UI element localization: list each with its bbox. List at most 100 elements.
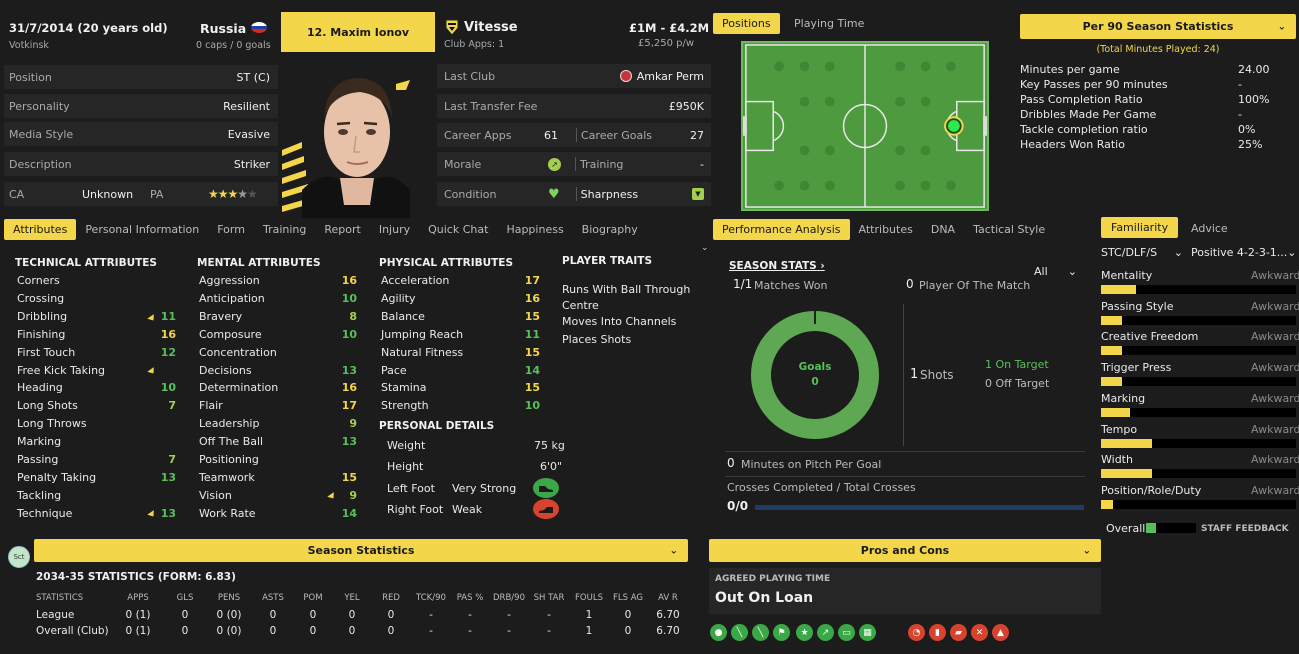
- technical-attr-name: Finishing: [17, 327, 66, 341]
- technical-attr-name: Passing: [17, 453, 59, 466]
- nationality[interactable]: Russia: [200, 21, 246, 36]
- club-name[interactable]: Vitesse: [464, 20, 518, 35]
- technical-attr-name: Corners: [17, 274, 60, 287]
- familiarity-bar: [1101, 438, 1296, 448]
- familiarity-label: Passing Style: [1101, 299, 1174, 313]
- pro-tactics-icon[interactable]: ▦: [859, 624, 876, 641]
- training-label: Training: [580, 157, 624, 171]
- off-target: 0 Off Target: [985, 377, 1050, 390]
- con-whistle-icon[interactable]: ◔: [908, 624, 925, 641]
- mental-attr-value: 13: [341, 435, 357, 449]
- expand-chevron-icon[interactable]: ⌄: [701, 243, 709, 253]
- familiarity-bar: [1101, 469, 1296, 479]
- pros-cons-bar[interactable]: Pros and Cons ⌄: [709, 539, 1101, 562]
- con-tackle-icon[interactable]: ✕: [971, 624, 988, 641]
- mental-attr-name: Composure: [199, 327, 262, 341]
- per90-title: Per 90 Season Statistics: [1082, 20, 1234, 33]
- technical-attr-name: Dribbling: [17, 309, 68, 323]
- pro-head-icon[interactable]: ●: [710, 624, 727, 641]
- morale-label: Morale: [444, 157, 482, 171]
- formation-select[interactable]: Positive 4-2-3-1... ⌄: [1191, 246, 1294, 259]
- tab-tactical-style[interactable]: Tactical Style: [964, 219, 1054, 240]
- media-style-row: Media Style Evasive: [4, 122, 278, 146]
- technical-attr-value: 13: [160, 506, 176, 520]
- role-select[interactable]: STC/DLF/S ⌄: [1101, 246, 1183, 259]
- tab-biography[interactable]: Biography: [573, 219, 647, 240]
- tab-personal-information[interactable]: Personal Information: [76, 219, 208, 240]
- familiarity-bar: [1101, 499, 1296, 509]
- per90-value: 24.00: [1238, 63, 1270, 76]
- overall-bar: [1146, 523, 1196, 533]
- pro-trend-icon[interactable]: ↗: [817, 624, 834, 641]
- technical-attr-value: 10: [160, 381, 176, 395]
- tab-happiness[interactable]: Happiness: [497, 219, 572, 240]
- pro-shot-icon[interactable]: ╲: [752, 624, 769, 641]
- staff-feedback-link[interactable]: STAFF FEEDBACK: [1201, 524, 1289, 534]
- condition-label: Condition: [444, 187, 497, 201]
- tab-perf-attributes[interactable]: Attributes: [850, 219, 922, 240]
- stats-cell: League: [36, 609, 75, 621]
- morale-row: Morale ↗ Training -: [437, 152, 711, 176]
- pro-flag-icon[interactable]: ⚑: [773, 624, 790, 641]
- tab-performance-analysis[interactable]: Performance Analysis: [713, 218, 850, 240]
- pros-cons-title: Pros and Cons: [860, 544, 950, 557]
- tab-dna[interactable]: DNA: [922, 219, 964, 240]
- tab-advice[interactable]: Advice: [1191, 222, 1228, 235]
- attribute-change-arrow-icon: [147, 367, 157, 376]
- stats-cell: Overall (Club): [36, 625, 109, 637]
- right-boot-icon: [533, 499, 559, 519]
- sharpness-label: Sharpness: [580, 187, 639, 201]
- right-foot-value: Weak: [452, 503, 483, 516]
- familiarity-value: Awkward: [1251, 330, 1299, 344]
- familiarity-bar: [1101, 377, 1296, 387]
- pro-pitch-icon[interactable]: ▭: [838, 624, 855, 641]
- pro-star-icon[interactable]: ★: [796, 624, 813, 641]
- tab-quick-chat[interactable]: Quick Chat: [419, 219, 497, 240]
- chevron-down-icon: ⌄: [1173, 246, 1183, 259]
- overall-label: Overall: [1106, 522, 1146, 535]
- chevron-down-icon: ⌄: [1277, 21, 1286, 32]
- season-statistics-bar[interactable]: Season Statistics ⌄: [34, 539, 688, 562]
- familiarity-value: Awkward: [1251, 422, 1299, 436]
- per90-label: Tackle completion ratio: [1020, 123, 1148, 136]
- per90-value: 0%: [1238, 123, 1256, 136]
- last-club-row: Last Club Amkar Perm: [437, 64, 711, 88]
- ca-label: CA: [9, 187, 25, 201]
- player-name-button[interactable]: 12. Maxim Ionov: [281, 12, 435, 52]
- divider: [575, 187, 577, 201]
- tab-playing-time[interactable]: Playing Time: [794, 17, 864, 30]
- technical-title: TECHNICAL ATTRIBUTES: [15, 257, 157, 269]
- last-club-value[interactable]: Amkar Perm: [637, 70, 704, 83]
- tab-training[interactable]: Training: [254, 219, 315, 240]
- season-filter-select[interactable]: All ⌄: [1028, 262, 1083, 280]
- trait-item: Runs With Ball Through Centre: [562, 283, 691, 312]
- per90-value: -: [1238, 108, 1242, 121]
- per90-value: 25%: [1238, 138, 1263, 151]
- per90-dropdown[interactable]: Per 90 Season Statistics ⌄: [1020, 14, 1296, 39]
- position-label: Position: [9, 70, 52, 84]
- pro-boot-icon[interactable]: ╲: [731, 624, 748, 641]
- shots-label: Shots: [920, 368, 954, 382]
- tab-form[interactable]: Form: [208, 219, 254, 240]
- mental-attr-name: Determination: [199, 381, 279, 395]
- con-fitness-icon[interactable]: ▲: [992, 624, 1009, 641]
- divider: [725, 476, 1085, 477]
- left-foot-value: Very Strong: [452, 482, 517, 495]
- con-boots-icon[interactable]: ▰: [950, 624, 967, 641]
- physical-attr-value: 11: [524, 327, 540, 341]
- physical-attr-value: 16: [524, 291, 540, 305]
- familiarity-label: Position/Role/Duty: [1101, 483, 1202, 497]
- tab-report[interactable]: Report: [315, 219, 369, 240]
- season-stats-link[interactable]: SEASON STATS ›: [729, 260, 825, 272]
- familiarity-bar: [1101, 407, 1296, 417]
- stats-header: STATISTICS: [36, 593, 84, 603]
- physical-attr-value: 15: [524, 309, 540, 323]
- transfer-fee-row: Last Transfer Fee £950K: [437, 94, 711, 118]
- goals-label: Goals: [798, 361, 832, 373]
- tab-familiarity[interactable]: Familiarity: [1101, 217, 1179, 238]
- con-foot-icon[interactable]: ▮: [929, 624, 946, 641]
- tab-positions[interactable]: Positions: [713, 13, 780, 34]
- tab-injury[interactable]: Injury: [370, 219, 419, 240]
- tab-attributes[interactable]: Attributes: [4, 218, 77, 240]
- condition-heart-icon: ♥: [548, 186, 560, 202]
